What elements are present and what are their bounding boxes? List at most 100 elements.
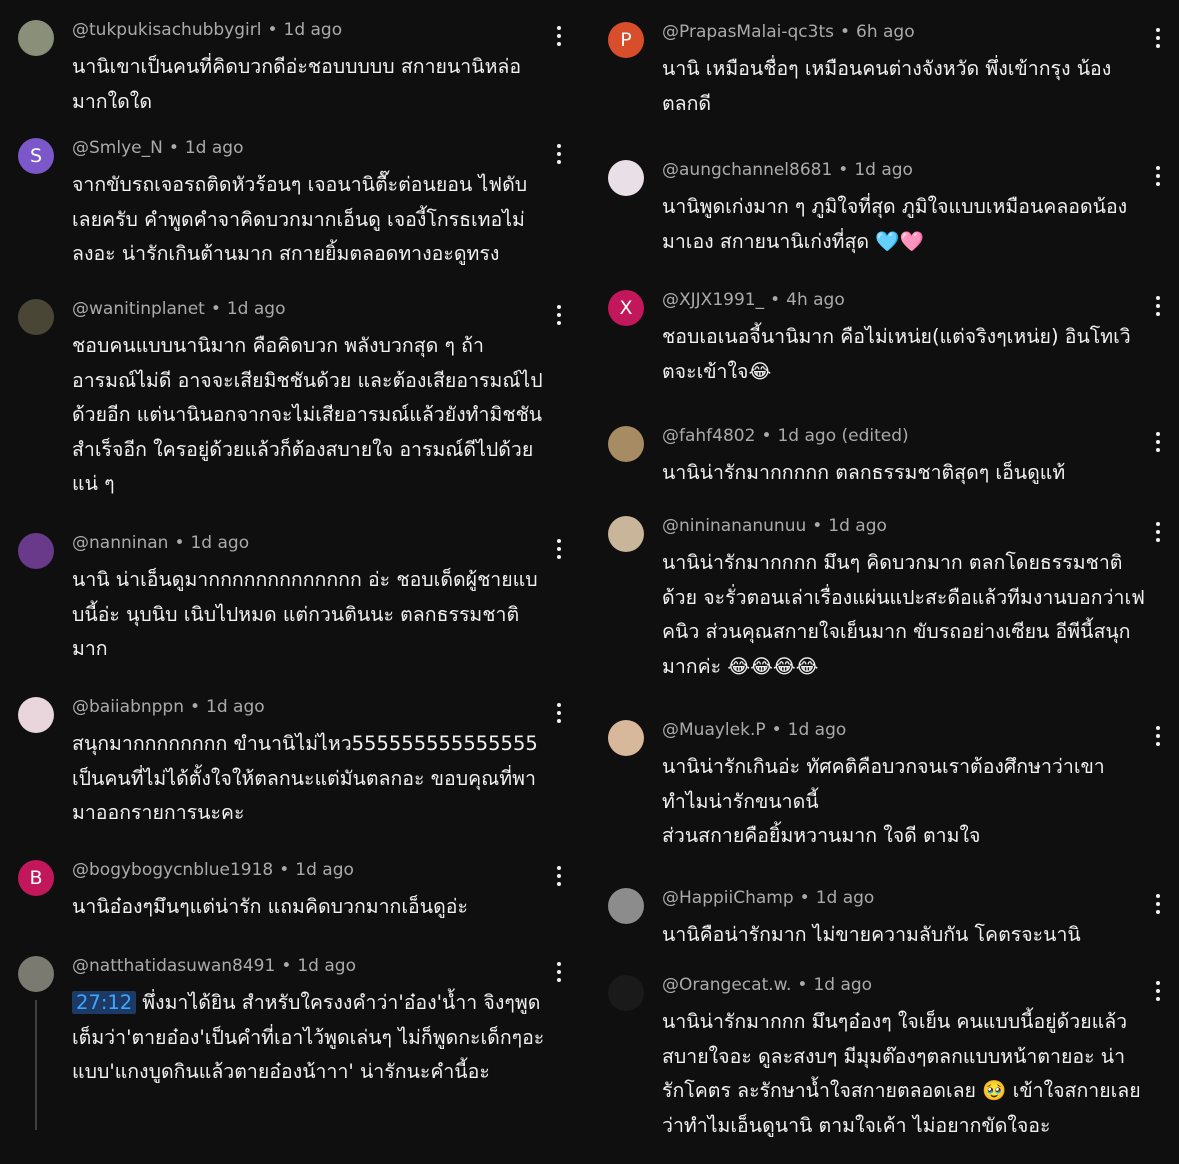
comment-time[interactable]: 1d ago (854, 160, 913, 180)
more-options-icon[interactable] (1153, 894, 1163, 914)
comment-time[interactable]: 1d ago (788, 720, 847, 740)
kebab-dot (1156, 530, 1160, 534)
kebab-dot (557, 305, 561, 309)
comment-body: นานิพูดเก่งมาก ๆ ภูมิใจที่สุด ภูมิใจแบบเ… (662, 195, 1128, 253)
kebab-dot (1156, 742, 1160, 746)
comment-body: สนุกมากกกกกกกก ขำนานิไม่ไหว5555555555555… (72, 732, 538, 824)
comment-time[interactable]: 4h ago (786, 290, 845, 310)
comment-author[interactable]: @fahf4802 (662, 426, 755, 446)
comment-time[interactable]: 1d ago (284, 20, 343, 40)
comment-author[interactable]: @nanninan (72, 533, 168, 553)
comment-meta: @PrapasMalai-qc3ts • 6h ago (662, 22, 915, 42)
avatar[interactable] (18, 697, 54, 733)
comment-text: นานิน่ารักมากกกก มึนๆ คิดบวกมาก ตลกโดยธร… (662, 546, 1145, 684)
more-options-icon[interactable] (554, 144, 564, 164)
more-options-icon[interactable] (554, 539, 564, 559)
meta-separator: • (812, 516, 823, 536)
more-options-icon[interactable] (554, 26, 564, 46)
avatar[interactable] (18, 956, 54, 992)
timestamp-link[interactable]: 27:12 (72, 991, 137, 1014)
kebab-dot (557, 26, 561, 30)
comment-body: ชอบเอเนอจี้นานิมาก คือไม่เหน่ย(แต่จริงๆเ… (662, 325, 1131, 383)
kebab-dot (1156, 997, 1160, 1001)
kebab-dot (1156, 28, 1160, 32)
more-options-icon[interactable] (1153, 981, 1163, 1001)
more-options-icon[interactable] (1153, 166, 1163, 186)
kebab-dot (1156, 44, 1160, 48)
avatar[interactable] (608, 720, 644, 756)
comment-time[interactable]: 1d ago (828, 516, 887, 536)
avatar-letter: P (620, 29, 632, 51)
avatar[interactable]: X (608, 290, 644, 326)
comment-text: นานิน่ารักเกินอ่ะ ทัศคติคือบวกจนเราต้องศ… (662, 750, 1145, 854)
comment-time[interactable]: 6h ago (856, 22, 915, 42)
kebab-dot (1156, 902, 1160, 906)
kebab-dot (1156, 304, 1160, 308)
more-options-icon[interactable] (554, 866, 564, 886)
meta-separator: • (838, 160, 849, 180)
more-options-icon[interactable] (1153, 522, 1163, 542)
comment-meta: @aungchannel8681 • 1d ago (662, 160, 913, 180)
comment-time[interactable]: 1d ago (295, 860, 354, 880)
avatar[interactable] (608, 426, 644, 462)
comment-author[interactable]: @nininananunuu (662, 516, 806, 536)
comment-body: พึ่งมาได้ยิน สำหรับใครงงคำว่า'อ๋อง'น้ำา … (72, 991, 545, 1083)
more-options-icon[interactable] (1153, 432, 1163, 452)
avatar[interactable]: S (18, 138, 54, 174)
avatar[interactable] (18, 533, 54, 569)
comment-text: ชอบเอเนอจี้นานิมาก คือไม่เหน่ย(แต่จริงๆเ… (662, 320, 1145, 389)
comment-body: นานิน่ารักเกินอ่ะ ทัศคติคือบวกจนเราต้องศ… (662, 755, 1105, 847)
comment-author[interactable]: @XJJX1991_ (662, 290, 764, 310)
comment-time[interactable]: 1d ago (816, 888, 875, 908)
meta-separator: • (210, 299, 221, 319)
comment-time[interactable]: 1d ago (813, 975, 872, 995)
kebab-dot (557, 34, 561, 38)
more-options-icon[interactable] (1153, 726, 1163, 746)
comment-time[interactable]: 1d ago (227, 299, 286, 319)
kebab-dot (1156, 726, 1160, 730)
comment-meta: @fahf4802 • 1d ago (edited) (662, 426, 909, 446)
comment-author[interactable]: @baiiabnppn (72, 697, 184, 717)
comment-author[interactable]: @HappiiChamp (662, 888, 794, 908)
avatar[interactable]: P (608, 22, 644, 58)
comment-time[interactable]: 1d ago (185, 138, 244, 158)
comment-author[interactable]: @tukpukisachubbygirl (72, 20, 261, 40)
comment-text: นานิคือน่ารักมาก ไม่ขายความลับกัน โคตรจะ… (662, 918, 1145, 953)
meta-separator: • (279, 860, 290, 880)
kebab-dot (557, 42, 561, 46)
avatar[interactable] (608, 975, 644, 1011)
more-options-icon[interactable] (554, 305, 564, 325)
kebab-dot (557, 882, 561, 886)
comment-author[interactable]: @PrapasMalai-qc3ts (662, 22, 834, 42)
avatar[interactable] (608, 516, 644, 552)
comment-author[interactable]: @Orangecat.w. (662, 975, 791, 995)
comment-meta: @Muaylek.P • 1d ago (662, 720, 846, 740)
kebab-dot (557, 313, 561, 317)
comment-author[interactable]: @Muaylek.P (662, 720, 766, 740)
comment-author[interactable]: @natthatidasuwan8491 (72, 956, 275, 976)
comment-time[interactable]: 1d ago (297, 956, 356, 976)
comment-meta: @bogybogycnblue1918 • 1d ago (72, 860, 354, 880)
avatar[interactable] (18, 20, 54, 56)
comment-author[interactable]: @aungchannel8681 (662, 160, 832, 180)
more-options-icon[interactable] (554, 703, 564, 723)
avatar[interactable] (608, 160, 644, 196)
kebab-dot (557, 555, 561, 559)
avatar[interactable] (18, 299, 54, 335)
comment-text: นานิ เหมือนชื่อๆ เหมือนคนต่างจังหวัด พึ่… (662, 52, 1145, 121)
comment-time[interactable]: 1d ago (edited) (777, 426, 908, 446)
comment-author[interactable]: @bogybogycnblue1918 (72, 860, 273, 880)
comment-text: นานิ น่าเอ็นดูมากกกกกกกกกกกกก อ่ะ ชอบเด็… (72, 563, 546, 667)
comment-author[interactable]: @Smlye_N (72, 138, 163, 158)
kebab-dot (557, 978, 561, 982)
more-options-icon[interactable] (554, 962, 564, 982)
avatar[interactable] (608, 888, 644, 924)
more-options-icon[interactable] (1153, 296, 1163, 316)
comment-author[interactable]: @wanitinplanet (72, 299, 205, 319)
avatar[interactable]: B (18, 860, 54, 896)
meta-separator: • (267, 20, 278, 40)
more-options-icon[interactable] (1153, 28, 1163, 48)
comment-body: ชอบคนแบบนานิมาก คือคิดบวก พลังบวกสุด ๆ ถ… (72, 334, 543, 495)
comment-time[interactable]: 1d ago (206, 697, 265, 717)
comment-time[interactable]: 1d ago (190, 533, 249, 553)
